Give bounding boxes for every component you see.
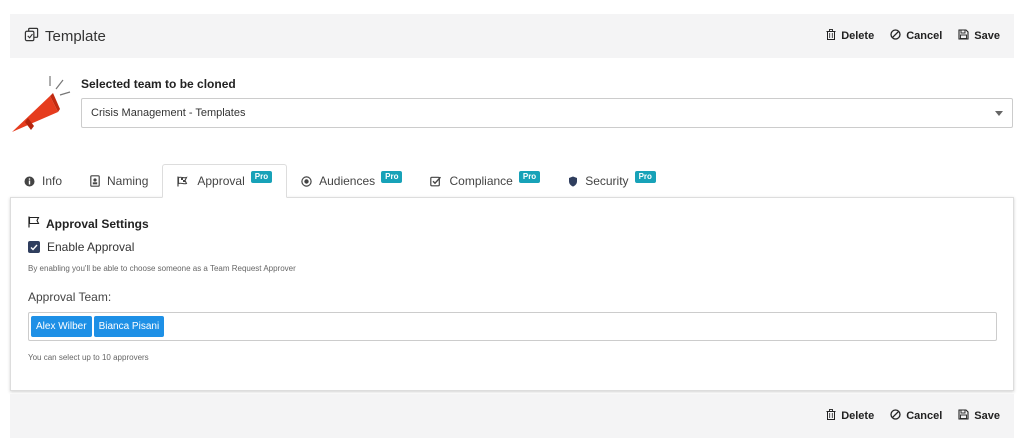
tab-audiences[interactable]: Audiences Pro [287, 164, 416, 198]
floppy-disk-icon [958, 409, 969, 423]
clone-team-label: Selected team to be cloned [81, 77, 236, 91]
pro-badge: Pro [381, 171, 403, 183]
save-button[interactable]: Save [958, 409, 1000, 423]
top-toolbar: Template Delete Cancel Save [10, 14, 1014, 58]
shield-icon [568, 176, 578, 187]
approval-team-input[interactable]: Alex Wilber Bianca Pisani [28, 312, 997, 341]
page-title: Template [24, 27, 106, 46]
bottom-toolbar: Delete Cancel Save [10, 394, 1014, 438]
tab-compliance-label: Compliance [449, 174, 513, 188]
approver-chip[interactable]: Alex Wilber [31, 316, 92, 337]
delete-label: Delete [841, 30, 875, 42]
enable-approval-hint: By enabling you'll be able to choose som… [28, 264, 296, 273]
approval-settings-heading: Approval Settings [28, 216, 149, 231]
cancel-button[interactable]: Cancel [890, 29, 942, 43]
tab-security[interactable]: Security Pro [554, 164, 670, 198]
pro-badge: Pro [250, 171, 273, 183]
top-actions: Delete Cancel Save [826, 29, 1000, 43]
tab-security-label: Security [585, 174, 629, 188]
tab-approval[interactable]: Approval Pro [162, 164, 288, 198]
enable-approval-label: Enable Approval [47, 240, 135, 254]
pro-badge: Pro [518, 171, 541, 183]
tab-compliance[interactable]: Compliance Pro [416, 164, 554, 198]
enable-approval-row: Enable Approval [28, 240, 134, 254]
cancel-label: Cancel [906, 410, 943, 422]
cancel-button[interactable]: Cancel [890, 409, 942, 423]
approval-team-label: Approval Team: [28, 290, 112, 304]
save-label: Save [974, 30, 1000, 42]
trash-icon [826, 409, 836, 423]
dot-circle-icon [301, 175, 312, 187]
caret-down-icon [995, 110, 1003, 116]
copy-icon [24, 27, 45, 46]
save-label: Save [974, 410, 1000, 422]
tab-audiences-label: Audiences [319, 174, 376, 188]
enable-approval-checkbox[interactable] [28, 241, 40, 253]
flag-icon [28, 216, 41, 231]
page: Template Delete Cancel Save Selected tea… [0, 0, 1024, 448]
tab-info[interactable]: Info [10, 164, 76, 198]
check-icon [30, 244, 38, 251]
bottom-actions: Delete Cancel Save [826, 409, 1000, 423]
ban-icon [890, 409, 901, 423]
pro-badge: Pro [634, 171, 656, 183]
approver-limit-hint: You can select up to 10 approvers [28, 353, 149, 362]
approver-chip[interactable]: Bianca Pisani [93, 316, 165, 337]
tab-bar: Info Naming Approval Pro Audiences Pro C… [10, 164, 670, 198]
info-circle-icon [24, 176, 35, 187]
approval-panel: Approval Settings Enable Approval By ena… [10, 197, 1014, 391]
page-title-text: Template [45, 27, 106, 45]
tab-info-label: Info [42, 174, 63, 188]
megaphone-icon [10, 74, 72, 136]
tab-naming[interactable]: Naming [76, 164, 162, 198]
floppy-disk-icon [958, 29, 969, 43]
tab-naming-label: Naming [107, 174, 149, 188]
trash-icon [826, 29, 836, 43]
delete-button[interactable]: Delete [826, 409, 874, 423]
approval-settings-title: Approval Settings [46, 216, 149, 231]
cancel-label: Cancel [906, 30, 943, 42]
id-badge-icon [90, 175, 100, 187]
check-square-icon [430, 176, 442, 187]
ban-icon [890, 29, 901, 43]
save-button[interactable]: Save [958, 29, 1000, 43]
delete-label: Delete [841, 410, 875, 422]
clone-team-select[interactable]: Crisis Management - Templates [81, 98, 1013, 128]
tab-approval-label: Approval [197, 174, 245, 188]
flag-checkered-icon [177, 176, 190, 187]
delete-button[interactable]: Delete [826, 29, 874, 43]
clone-team-value: Crisis Management - Templates [91, 107, 246, 119]
